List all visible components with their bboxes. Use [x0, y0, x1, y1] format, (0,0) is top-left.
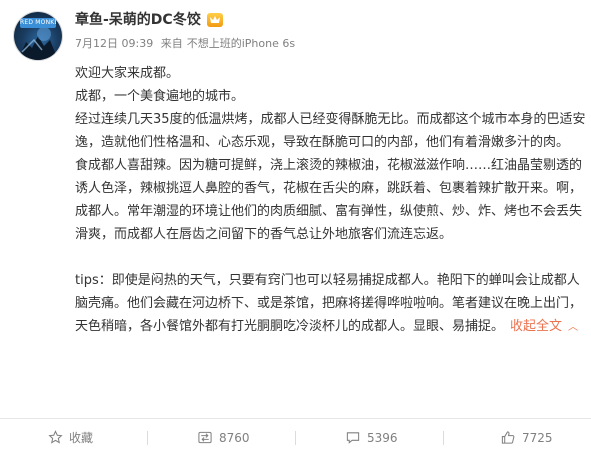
favorite-label: 收藏 [69, 431, 94, 445]
comment-icon [346, 432, 360, 444]
avatar-tag: RED MONKEY [20, 18, 56, 28]
post-date[interactable]: 7月12日 09:39 [75, 37, 153, 50]
paragraph-1: 欢迎大家来成都。 [75, 66, 180, 81]
paragraph-tips: tips：即使是闷热的天气，只要有窍门也可以轻易捕捉成都人。艳阳下的蝉叫会让成都… [75, 269, 587, 339]
repost-button[interactable]: 8760 [197, 419, 250, 456]
paragraph-4: 食成都人喜甜辣。因为糖可提鲜，浇上滚烫的辣椒油，花椒滋滋作响……红油晶莹剔透的诱… [75, 158, 583, 242]
star-icon [48, 430, 63, 444]
vip-badge-icon[interactable] [207, 13, 223, 27]
like-count: 7725 [522, 430, 553, 445]
source-prefix: 来自 [160, 37, 183, 50]
action-bar: 收藏 8760 5396 7725 [0, 418, 591, 456]
divider [443, 431, 444, 445]
post-meta: 7月12日 09:39 来自 不想上班的iPhone 6s [75, 36, 299, 52]
username[interactable]: 章鱼-呆萌的DC冬饺 [75, 10, 201, 30]
divider [147, 431, 148, 445]
paragraph-3: 经过连续几天35度的低温烘烤，成都人已经变得酥脆无比。而成都这个城市本身的巴适安… [75, 112, 586, 150]
paragraph-2: 成都，一个美食遍地的城市。 [75, 89, 245, 104]
tips-text: tips：即使是闷热的天气，只要有窍门也可以轻易捕捉成都人。艳阳下的蝉叫会让成都… [75, 273, 583, 334]
post-source[interactable]: 不想上班的iPhone 6s [187, 37, 295, 50]
paragraph-spacer [75, 246, 587, 269]
repost-count: 8760 [219, 430, 250, 445]
favorite-button[interactable]: 收藏 [48, 419, 93, 456]
thumbs-up-icon [501, 431, 515, 444]
comment-count: 5396 [367, 430, 398, 445]
repost-icon [198, 431, 212, 444]
like-button[interactable]: 7725 [500, 419, 553, 456]
comment-button[interactable]: 5396 [345, 419, 398, 456]
avatar[interactable]: RED MONKEY [14, 12, 62, 60]
divider [295, 431, 296, 445]
chevron-up-icon[interactable]: ︿ [568, 322, 578, 333]
post-body: 欢迎大家来成都。 成都，一个美食遍地的城市。 经过连续几天35度的低温烘烤，成都… [75, 62, 587, 339]
collapse-button[interactable]: 收起全文 [510, 319, 562, 334]
